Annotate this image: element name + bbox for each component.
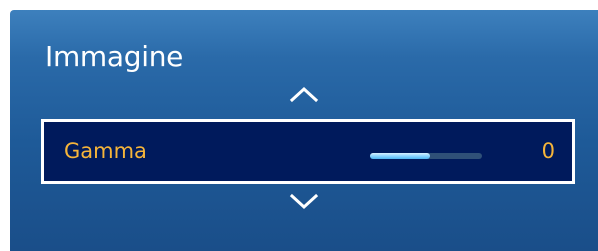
gamma-slider-fill: [370, 153, 431, 159]
picture-menu-panel: Immagine Gamma 0: [10, 10, 598, 251]
menu-item-gamma[interactable]: Gamma 0: [41, 119, 575, 184]
menu-item-label: Gamma: [64, 139, 147, 163]
chevron-down-icon: [289, 193, 319, 210]
gamma-slider[interactable]: [370, 153, 482, 159]
chevron-up-icon: [289, 86, 319, 103]
scroll-down-button[interactable]: [286, 192, 322, 212]
scroll-up-button[interactable]: [286, 84, 322, 104]
menu-title: Immagine: [45, 40, 184, 73]
menu-item-value: 0: [541, 139, 555, 163]
